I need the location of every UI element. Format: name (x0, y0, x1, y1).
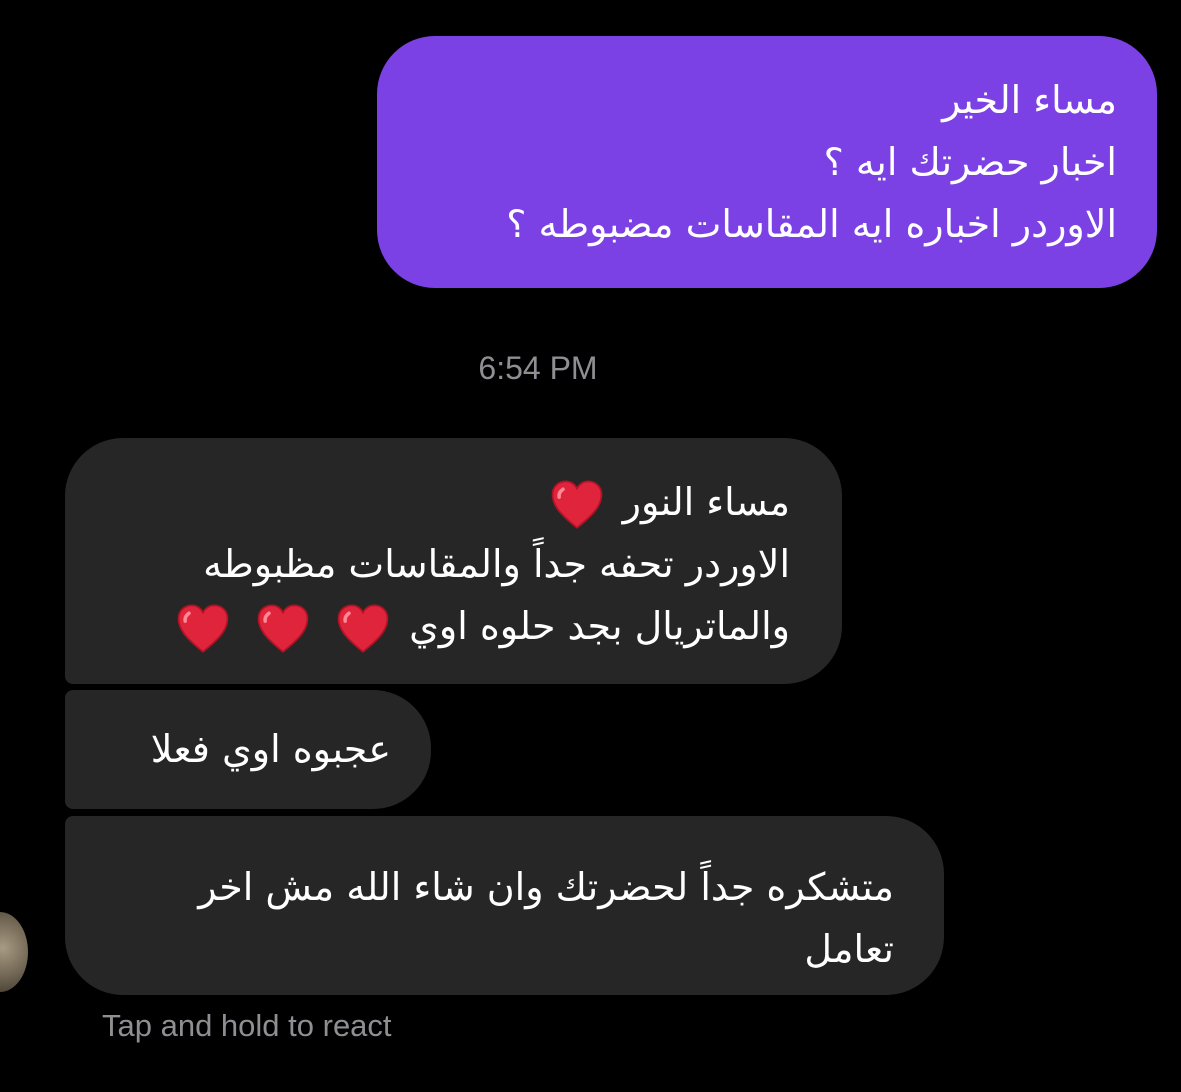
message-line: اخبار حضرتك ايه ؟ (823, 140, 1117, 184)
message-line: عجبوه اوي فعلا (150, 727, 391, 771)
red-heart-icon (335, 601, 391, 657)
message-text: مساء النور (622, 480, 790, 524)
red-heart-icon (175, 601, 231, 657)
message-line: تعامل (804, 927, 894, 971)
message-line: والماتريال بجد حلوه اوي (101, 595, 790, 657)
received-message-bubble[interactable]: عجبوه اوي فعلا (65, 690, 431, 809)
sent-message-bubble[interactable]: مساء الخير اخبار حضرتك ايه ؟ الاوردر اخب… (377, 36, 1157, 288)
message-timestamp: 6:54 PM (478, 350, 598, 386)
message-line: مساء الخير (942, 78, 1117, 122)
sender-avatar[interactable] (0, 912, 28, 992)
received-message-bubble[interactable]: متشكره جداً لحضرتك وان شاء الله مش اخر ت… (65, 816, 944, 995)
message-line: الاوردر تحفه جداً والمقاسات مظبوطه (203, 542, 790, 586)
message-text: والماتريال بجد حلوه اوي (409, 604, 790, 648)
received-message-bubble[interactable]: مساء النور الاوردر تحفه جداً والمقاسات م… (65, 438, 842, 684)
red-heart-icon (255, 601, 311, 657)
red-heart-icon (549, 477, 605, 533)
message-line: الاوردر اخباره ايه المقاسات مضبوطه ؟ (506, 202, 1117, 246)
react-hint: Tap and hold to react (102, 1008, 392, 1043)
message-line: مساء النور (101, 471, 790, 533)
message-line: متشكره جداً لحضرتك وان شاء الله مش اخر (198, 865, 894, 909)
